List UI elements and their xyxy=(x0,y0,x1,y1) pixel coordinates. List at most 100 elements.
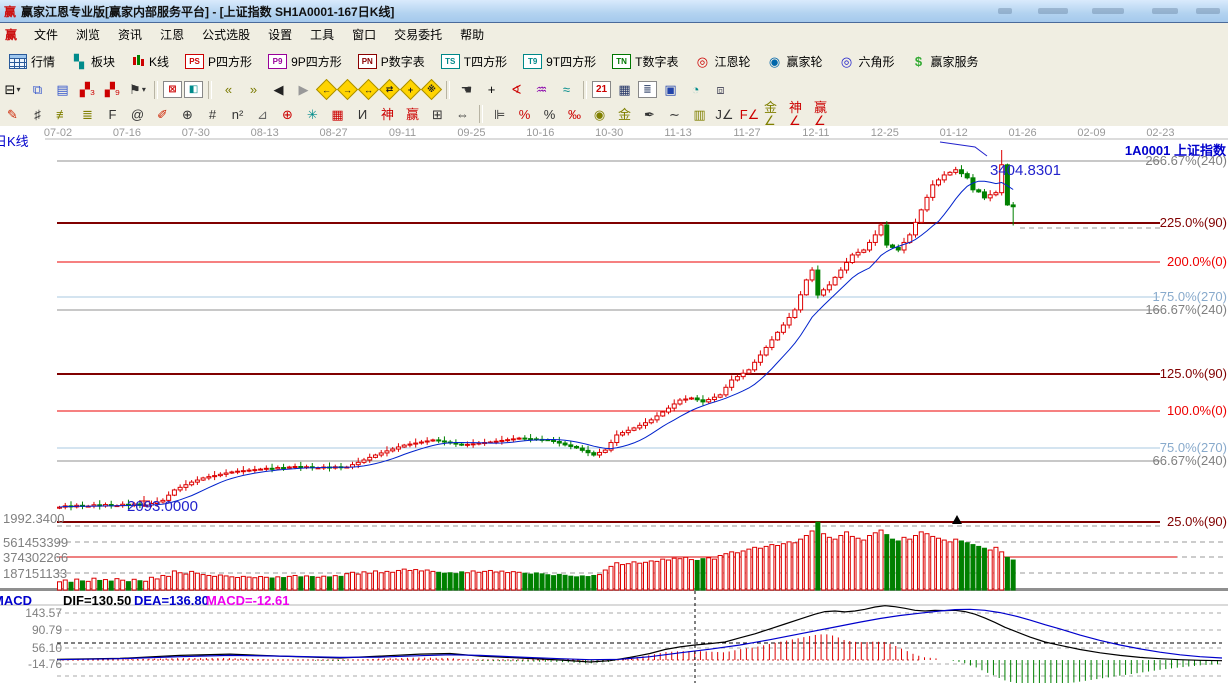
menu-logo-icon: 赢 xyxy=(5,26,17,43)
menu-item-3[interactable]: 资讯 xyxy=(109,24,151,45)
gann-arrow-swap-icon[interactable]: ⇄ xyxy=(379,79,400,100)
nav-first-icon[interactable]: « xyxy=(217,79,240,100)
date-axis-label: 12-11 xyxy=(794,127,838,139)
menu-bar: 赢 文件浏览资讯江恩公式选股设置工具窗口交易委托帮助 xyxy=(0,23,1228,46)
toolbar-separator xyxy=(479,105,483,123)
calendar-icon[interactable]: 21 xyxy=(592,81,611,98)
spiral-tool-icon[interactable]: @ xyxy=(126,104,149,125)
toolbar-button-t-number-table[interactable]: TNT数字表 xyxy=(605,49,685,74)
printer-icon[interactable]: ⧈ xyxy=(709,79,732,100)
toolbar-button-sectors[interactable]: ▚板块 xyxy=(64,49,122,74)
ink-pen-icon[interactable]: ✒ xyxy=(638,104,661,125)
menu-item-10[interactable]: 帮助 xyxy=(451,24,493,45)
f-comb-icon[interactable]: F xyxy=(101,104,124,125)
gold-line-icon[interactable]: 金 xyxy=(613,104,636,125)
angle-tool-icon[interactable]: ∢ xyxy=(505,79,528,100)
notes-icon[interactable]: ≣ xyxy=(638,81,657,98)
shen-angle-icon[interactable]: 神∠ xyxy=(788,104,811,125)
shen-tool-icon[interactable]: 神 xyxy=(376,104,399,125)
chart-region[interactable]: 日K线 1A0001 上证指数 2093.0000 3404.8301 MACD… xyxy=(0,126,1228,683)
toolbar-button-gann-wheel[interactable]: ◎江恩轮 xyxy=(687,49,757,74)
date-axis-label: 11-13 xyxy=(656,127,700,139)
gold-circle-icon[interactable]: ◉ xyxy=(588,104,611,125)
toolbar-separator xyxy=(154,81,158,99)
menu-item-2[interactable]: 浏览 xyxy=(67,24,109,45)
j-angle-icon[interactable]: J∠ xyxy=(713,104,736,125)
flag-marker-icon[interactable]: ⚑▾ xyxy=(126,79,149,100)
gann-arrow-both-icon[interactable]: ↔ xyxy=(358,79,379,100)
circle-ruler-icon[interactable]: ⊕ xyxy=(176,104,199,125)
curve-tool-icon[interactable]: ≈ xyxy=(555,79,578,100)
menu-item-8[interactable]: 窗口 xyxy=(343,24,385,45)
sail-angle-icon[interactable]: ⊿ xyxy=(251,104,274,125)
gold-gann-1-icon[interactable]: ≢ xyxy=(51,104,74,125)
toolbar-button-9p-square[interactable]: P9 9P四方形 xyxy=(261,49,349,74)
select-tool-icon[interactable]: ⊠ xyxy=(163,81,182,98)
menu-item-7[interactable]: 工具 xyxy=(301,24,343,45)
crosshair-tool-icon[interactable]: + xyxy=(480,79,503,100)
toolbar-button-p-square[interactable]: PSP四方形 xyxy=(178,49,259,74)
calculator-icon[interactable]: ▦ xyxy=(613,79,636,100)
gann-arrow-right-icon[interactable]: → xyxy=(337,79,358,100)
nav-last-icon[interactable]: » xyxy=(242,79,265,100)
percent-red-icon[interactable]: % xyxy=(513,104,536,125)
percent-ladder-icon[interactable]: ⊫ xyxy=(488,104,511,125)
brush-tool-icon[interactable]: ✐ xyxy=(151,104,174,125)
pattern-tool-icon[interactable]: ⧉ xyxy=(26,79,49,100)
nav-next-icon[interactable]: ▶ xyxy=(292,79,315,100)
gann-arrow-left-icon[interactable]: ← xyxy=(316,79,337,100)
chart-clock-icon[interactable]: ◔ xyxy=(684,79,707,100)
percent-black-icon[interactable]: % xyxy=(538,104,561,125)
save-icon[interactable]: ▣ xyxy=(659,79,682,100)
toolbar-button-winner-service[interactable]: $赢家服务 xyxy=(904,49,986,74)
width-tool-icon[interactable]: ⇔ xyxy=(451,104,474,125)
toolbar-button-quote[interactable]: 行情 xyxy=(2,49,62,74)
date-axis-label: 10-16 xyxy=(518,127,562,139)
p-square-icon: PS xyxy=(185,54,204,69)
toolbar-button-kline[interactable]: K线 xyxy=(124,49,176,74)
seal-tool-icon[interactable]: ✎ xyxy=(1,104,24,125)
plain-comb-icon[interactable]: # xyxy=(201,104,224,125)
toolbar-button-label: 9P四方形 xyxy=(291,53,342,70)
ying-tool-icon[interactable]: 赢 xyxy=(401,104,424,125)
colored-chart-icon[interactable]: ◧ xyxy=(184,81,203,98)
gold-gann-2-icon[interactable]: ≣ xyxy=(76,104,99,125)
toolbar-button-p-number-table[interactable]: PNP数字表 xyxy=(351,49,432,74)
permille-line-icon[interactable]: ‰ xyxy=(563,104,586,125)
price-axis-label: 1992.3400 xyxy=(3,511,81,526)
toolbar-row-main: 行情▚板块K线PSP四方形 P9 9P四方形 PNP数字表TST四方形T99T四方形T… xyxy=(0,45,1228,78)
hand-tool-icon[interactable]: ☚ xyxy=(455,79,478,100)
menu-item-1[interactable]: 文件 xyxy=(25,24,67,45)
menu-item-5[interactable]: 公式选股 xyxy=(193,24,259,45)
nav-prev-icon[interactable]: ◀ xyxy=(267,79,290,100)
gann-arrow-all-icon[interactable]: ※ xyxy=(421,79,442,100)
wave-tool-icon[interactable]: ∼ xyxy=(663,104,686,125)
band-tool-icon[interactable]: ♒ xyxy=(530,79,553,100)
gann-arrow-cross-icon[interactable]: + xyxy=(400,79,421,100)
toolbar-button-winner-wheel[interactable]: ◉赢家轮 xyxy=(759,49,829,74)
n2-ruler-icon[interactable]: n² xyxy=(226,104,249,125)
compass-red-icon[interactable]: ⊕ xyxy=(276,104,299,125)
gold-angle-icon[interactable]: 金∠ xyxy=(763,104,786,125)
gold-box-icon[interactable]: ▥ xyxy=(688,104,711,125)
wave-mark-icon[interactable]: И xyxy=(351,104,374,125)
ruler-comb-icon[interactable]: ♯ xyxy=(26,104,49,125)
period-day-icon[interactable]: ⊟▾ xyxy=(1,79,24,100)
toolbar-button-t-square[interactable]: TST四方形 xyxy=(434,49,514,74)
ruler-123-icon[interactable]: ⊞ xyxy=(426,104,449,125)
steps-3-icon[interactable]: ▞₃ xyxy=(76,79,99,100)
sectors-icon: ▚ xyxy=(71,54,87,69)
clipboard-icon[interactable]: ▤ xyxy=(51,79,74,100)
star-web-icon[interactable]: ✳ xyxy=(301,104,324,125)
menu-item-6[interactable]: 设置 xyxy=(259,24,301,45)
menu-item-4[interactable]: 江恩 xyxy=(151,24,193,45)
ying-angle-icon[interactable]: 赢∠ xyxy=(813,104,836,125)
f-angle-icon[interactable]: F∠ xyxy=(738,104,761,125)
toolbar-button-9t-square[interactable]: T99T四方形 xyxy=(516,49,603,74)
grid-web-icon[interactable]: ▦ xyxy=(326,104,349,125)
toolbar-button-hexagon[interactable]: ◎六角形 xyxy=(832,49,902,74)
steps-9-icon[interactable]: ▞₉ xyxy=(101,79,124,100)
9p-square-icon: P9 xyxy=(268,54,287,69)
menu-item-9[interactable]: 交易委托 xyxy=(385,24,451,45)
gann-level-label: 25.0%(90) xyxy=(1140,514,1227,529)
